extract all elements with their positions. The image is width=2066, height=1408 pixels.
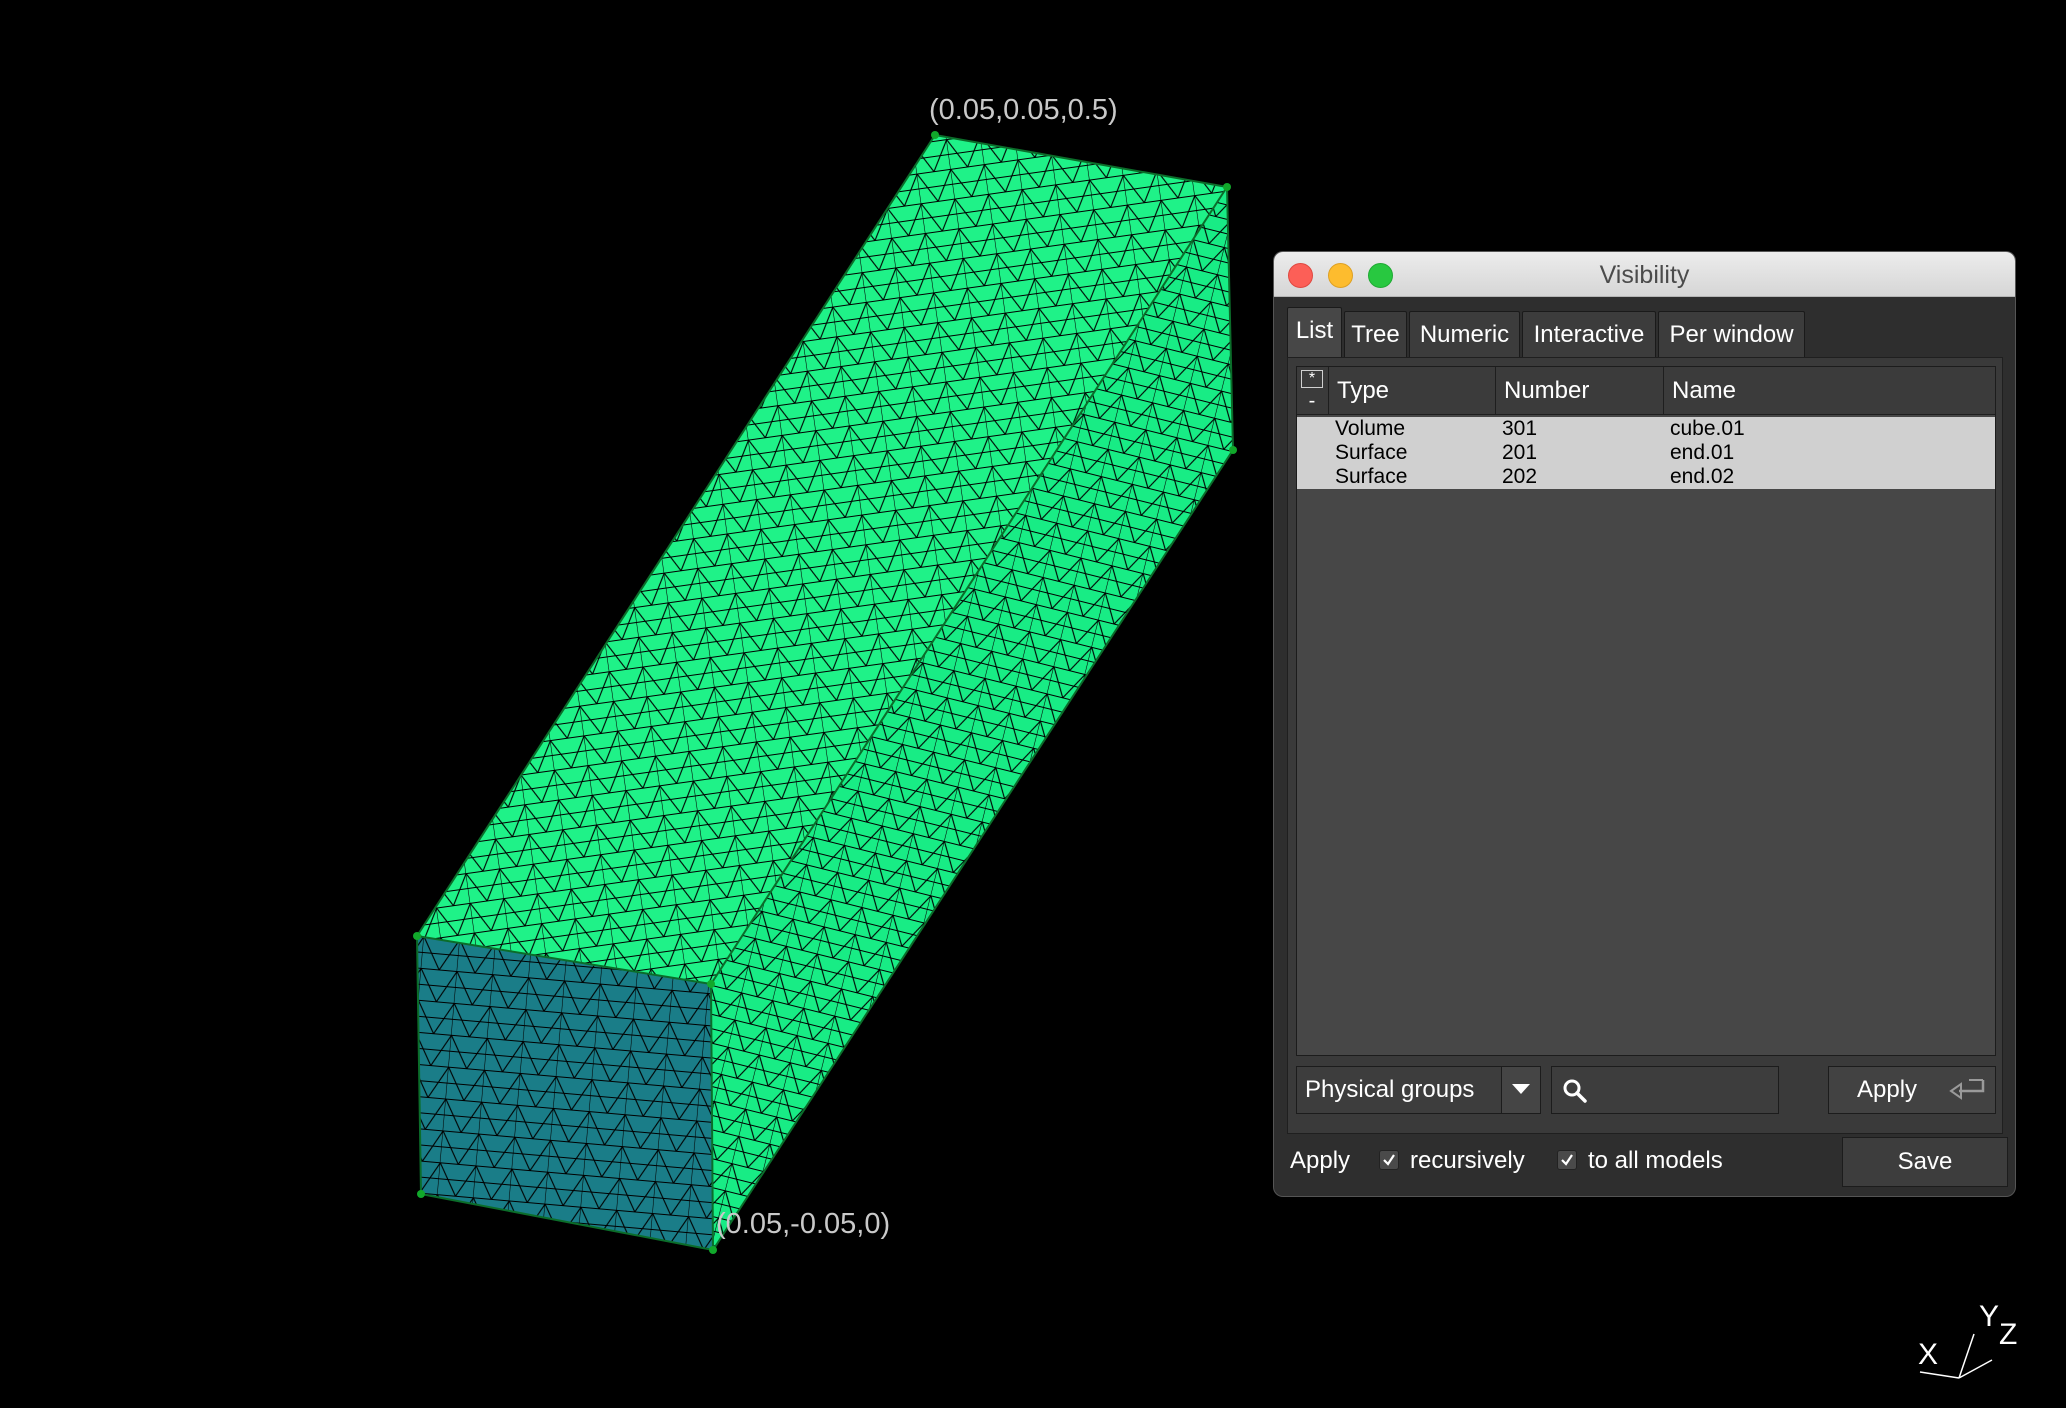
apply-button[interactable]: Apply — [1828, 1066, 1996, 1114]
row-name: cube.01 — [1670, 417, 1745, 440]
return-key-icon — [1949, 1079, 1985, 1100]
save-button[interactable]: Save — [1842, 1137, 2008, 1187]
entity-type-dropdown[interactable]: Physical groups — [1296, 1066, 1541, 1114]
recursively-label: recursively — [1410, 1147, 1525, 1174]
tab-tree[interactable]: Tree — [1344, 311, 1407, 357]
all-models-label: to all models — [1588, 1147, 1723, 1174]
axis-x-label: X — [1918, 1338, 1939, 1371]
column-header-type[interactable]: Type — [1329, 367, 1496, 415]
front-face — [417, 936, 713, 1250]
select-all-toggle[interactable]: * - — [1297, 367, 1329, 415]
list-item[interactable]: Surface 202 end.02 — [1297, 465, 1995, 489]
checkmark-icon — [1561, 1154, 1573, 1166]
column-header-name[interactable]: Name — [1664, 367, 1995, 415]
row-name: end.01 — [1670, 441, 1735, 464]
all-models-checkbox[interactable] — [1557, 1150, 1577, 1170]
axis-z-label: Z — [1999, 1318, 2018, 1351]
window-title: Visibility — [1599, 261, 1690, 289]
checkmark-icon — [1383, 1154, 1395, 1166]
column-header-number[interactable]: Number — [1496, 367, 1664, 415]
tab-per-window[interactable]: Per window — [1658, 311, 1805, 357]
search-input[interactable] — [1596, 1073, 1775, 1109]
list-item[interactable]: Surface 201 end.01 — [1297, 441, 1995, 465]
tab-list[interactable]: List — [1287, 307, 1342, 359]
row-name: end.02 — [1670, 465, 1735, 488]
row-type: Volume — [1335, 417, 1406, 440]
point-label-bottom: (0.05,-0.05,0) — [716, 1208, 891, 1240]
select-none-button[interactable]: - — [1301, 391, 1323, 411]
tab-numeric[interactable]: Numeric — [1409, 311, 1520, 357]
apply-button-label: Apply — [1857, 1076, 1918, 1103]
search-field[interactable] — [1551, 1066, 1779, 1114]
dropdown-selected-value: Physical groups — [1305, 1076, 1475, 1103]
point-label-top: (0.05,0.05,0.5) — [929, 94, 1118, 126]
entity-list[interactable]: * - Type Number Name Volume 301 cube.01 … — [1296, 366, 1996, 1056]
search-icon — [1563, 1079, 1587, 1103]
row-type: Surface — [1335, 465, 1408, 488]
row-type: Surface — [1335, 441, 1408, 464]
axis-y-label: Y — [1979, 1300, 2000, 1333]
list-rows: Volume 301 cube.01 Surface 201 end.01 Su… — [1297, 417, 1995, 489]
tab-interactive[interactable]: Interactive — [1522, 311, 1656, 357]
chevron-down-icon[interactable] — [1501, 1067, 1540, 1113]
window-titlebar[interactable]: Visibility — [1274, 252, 2015, 297]
apply-options-label: Apply — [1290, 1147, 1351, 1174]
visibility-window: Visibility List Tree Numeric Interactive… — [1274, 252, 2015, 1196]
list-item[interactable]: Volume 301 cube.01 — [1297, 417, 1995, 441]
row-number: 301 — [1502, 417, 1538, 440]
select-all-button[interactable]: * — [1301, 370, 1323, 388]
row-number: 202 — [1502, 465, 1538, 488]
row-number: 201 — [1502, 441, 1538, 464]
recursively-checkbox[interactable] — [1379, 1150, 1399, 1170]
